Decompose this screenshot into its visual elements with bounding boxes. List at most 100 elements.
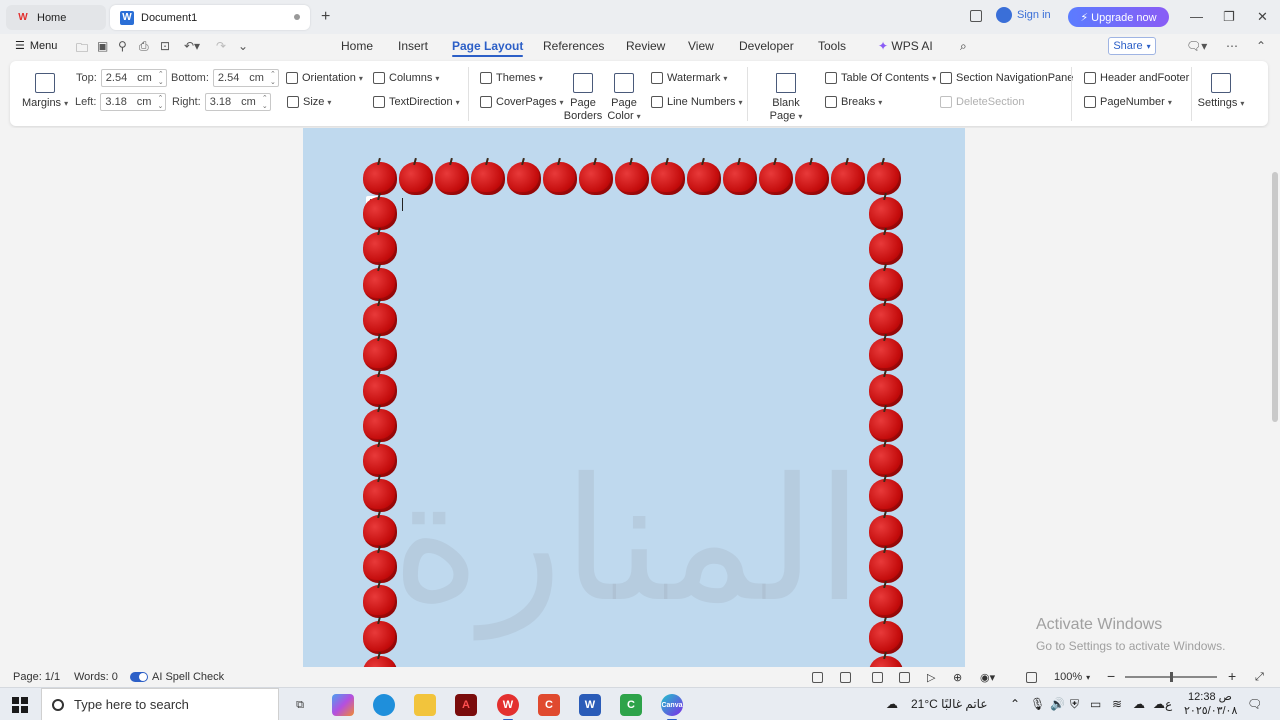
scrollbar-thumb[interactable] [1272, 172, 1278, 422]
web-layout-icon[interactable]: ⊕ [953, 671, 962, 684]
blank-page-button[interactable]: Blank Page [755, 73, 817, 123]
document-page[interactable]: المنارة ⠿ [303, 128, 965, 667]
tab-developer[interactable]: Developer [739, 39, 794, 53]
tab-tools[interactable]: Tools [818, 39, 846, 53]
show-hidden-icons-icon[interactable]: ⌃ [1010, 697, 1020, 711]
new-tab-button[interactable]: + [321, 8, 330, 26]
tab-view[interactable]: View [688, 39, 714, 53]
watermark-button[interactable]: Watermark [651, 72, 727, 84]
file-explorer-icon[interactable] [414, 694, 436, 716]
tab-page-layout[interactable]: Page Layout [452, 39, 524, 57]
taskbar-search-box[interactable]: Type here to search [41, 688, 279, 720]
line-numbers-button[interactable]: Line Numbers [651, 96, 743, 108]
columns-button[interactable]: Columns [373, 72, 439, 84]
camtasia-icon[interactable]: C [620, 694, 642, 716]
close-window-button[interactable]: ✕ [1257, 9, 1268, 25]
zoom-slider[interactable] [1125, 672, 1217, 682]
more-options-icon[interactable]: ⋯ [1226, 39, 1238, 53]
top-margin-input[interactable]: 2.54 cm [100, 69, 167, 87]
fullscreen-icon[interactable]: ⤢ [1255, 671, 1264, 684]
breaks-button[interactable]: Breaks [825, 96, 882, 108]
themes-button[interactable]: Themes [480, 72, 543, 84]
wps-office-icon[interactable]: W [497, 694, 519, 720]
margins-button[interactable]: Margins [22, 73, 68, 110]
tab-home[interactable]: W Home [6, 5, 106, 30]
orientation-button[interactable]: Orientation [286, 72, 363, 84]
cloud-icon[interactable]: ☁ [1153, 697, 1165, 711]
open-folder-icon[interactable]: 🗀 [76, 39, 88, 60]
upgrade-now-button[interactable]: ⚡ Upgrade now [1068, 7, 1169, 27]
weather-icon[interactable]: ☁ [886, 697, 898, 711]
collapse-ribbon-icon[interactable]: ⌃ [1256, 39, 1266, 53]
cloud-sync-icon[interactable]: ☁ [1133, 697, 1145, 711]
undo-icon[interactable]: ↶▾ [184, 39, 200, 53]
fit-page-icon[interactable] [1026, 672, 1037, 683]
search-icon[interactable]: ⌕ [960, 39, 967, 54]
restore-button[interactable]: ❐ [1223, 9, 1235, 25]
zoom-slider-knob[interactable] [1169, 672, 1173, 682]
document-mode-icon[interactable] [840, 672, 851, 683]
zoom-level-dropdown[interactable]: 100% ▾ [1054, 671, 1090, 683]
share-button[interactable]: Share ▾ [1108, 37, 1156, 55]
volume-icon[interactable]: 🔊 [1050, 697, 1065, 711]
page-view-icon[interactable] [872, 672, 883, 683]
unsaved-dot-icon[interactable] [294, 14, 300, 20]
tab-review[interactable]: Review [626, 39, 665, 53]
tab-insert[interactable]: Insert [398, 39, 428, 53]
size-button[interactable]: Size [287, 96, 331, 108]
redo-icon[interactable]: ↷ [216, 39, 226, 53]
input-language[interactable]: ع [1165, 697, 1172, 711]
left-margin-input[interactable]: 3.18 cm [100, 93, 167, 111]
format-painter-icon[interactable]: ⚲ [118, 39, 127, 53]
outline-view-icon[interactable] [899, 672, 910, 683]
track-changes-icon[interactable] [812, 672, 823, 683]
right-margin-input[interactable]: 3.18 cm [204, 93, 271, 111]
task-view-icon[interactable]: ⧉ [289, 694, 311, 716]
table-of-contents-button[interactable]: Table Of Contents [825, 72, 936, 84]
settings-button[interactable]: Settings [1198, 73, 1244, 110]
page-count[interactable]: Page: 1/1 [13, 671, 60, 683]
bottom-margin-input[interactable]: 2.54 cm [212, 69, 279, 87]
wps-presentation-icon[interactable]: C [538, 694, 560, 716]
section-navigation-pane-button[interactable]: Section NavigationPane [940, 72, 1073, 84]
word-icon[interactable]: W [579, 694, 601, 716]
comment-icon[interactable]: 🗨▾ [1186, 39, 1207, 53]
system-clock[interactable]: 12:38 ص ٢٠٢٥/٠٣/٠٨ [1184, 690, 1237, 718]
tab-home-ribbon[interactable]: Home [341, 39, 373, 53]
window-layout-icon[interactable] [970, 10, 982, 22]
notifications-icon[interactable]: 🗨 [1247, 697, 1262, 711]
eye-protection-icon[interactable]: ◉▾ [980, 671, 995, 684]
edge-browser-icon[interactable] [373, 694, 395, 716]
quick-access-more-icon[interactable]: ⌄ [238, 39, 248, 53]
page-borders-button[interactable]: Page Borders [564, 73, 602, 123]
canva-icon[interactable]: Canva [661, 694, 683, 720]
copilot-icon[interactable] [332, 694, 354, 716]
ai-spell-check-toggle[interactable]: AI Spell Check [130, 671, 224, 683]
microphone-icon[interactable]: 🎙 [1030, 697, 1045, 711]
delete-section-button[interactable]: DeleteSection [940, 96, 1025, 108]
tab-wps-ai[interactable]: ✦ WPS AI [878, 39, 933, 53]
security-shield-icon[interactable]: ⛨ [1070, 697, 1079, 712]
acrobat-icon[interactable]: A [455, 694, 477, 716]
cover-pages-button[interactable]: CoverPages [480, 96, 564, 108]
sign-in-button[interactable]: Sign in [996, 7, 1051, 23]
play-icon[interactable]: ▷ [927, 671, 935, 684]
page-number-button[interactable]: PageNumber [1084, 96, 1172, 108]
windows-start-icon[interactable] [12, 697, 28, 713]
zoom-in-button[interactable]: + [1228, 668, 1236, 684]
tab-document[interactable]: W Document1 [110, 5, 310, 30]
document-workspace[interactable]: المنارة ⠿ [0, 128, 1270, 667]
menu-button[interactable]: ☰ Menu [15, 39, 57, 53]
save-icon[interactable]: ▣ [97, 39, 108, 53]
weather-text[interactable]: 21°C عاتم غالبًا [911, 697, 988, 711]
wifi-icon[interactable]: ≋ [1112, 697, 1122, 711]
header-footer-button[interactable]: Header andFooter [1084, 72, 1189, 84]
print-preview-icon[interactable]: ⊡ [160, 39, 170, 53]
page-color-button[interactable]: Page Color [606, 73, 642, 123]
text-direction-button[interactable]: TextDirection [373, 96, 460, 108]
word-count[interactable]: Words: 0 [74, 671, 118, 683]
tab-references[interactable]: References [543, 39, 604, 53]
minimize-button[interactable]: — [1190, 9, 1203, 24]
vertical-scrollbar[interactable] [1270, 128, 1280, 667]
battery-icon[interactable]: ▭ [1090, 697, 1101, 711]
